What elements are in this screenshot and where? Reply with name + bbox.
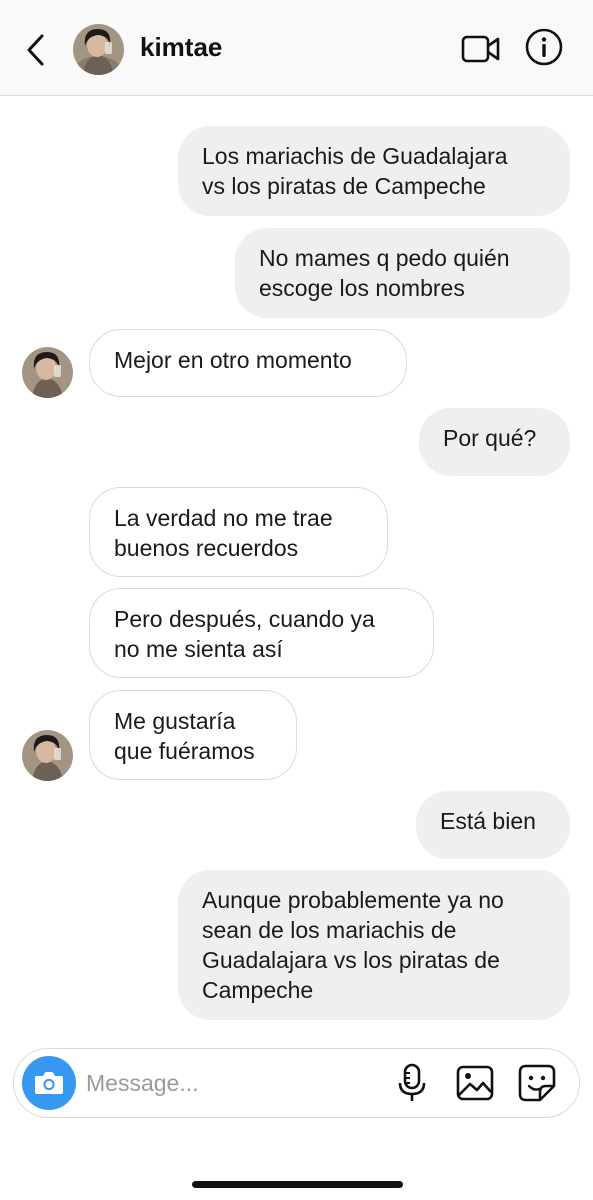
message-line: sean de los mariachis de — [202, 917, 457, 943]
camera-icon — [35, 1072, 63, 1094]
chat-header: kimtae — [0, 0, 593, 96]
camera-button[interactable] — [22, 1056, 76, 1110]
gallery-button[interactable] — [454, 1062, 496, 1104]
message-composer — [13, 1048, 580, 1118]
message-bubble-outgoing[interactable]: Está bien — [416, 791, 570, 859]
chat-username[interactable]: kimtae — [140, 32, 222, 63]
message-bubble-incoming[interactable]: Me gustaría que fuéramos — [89, 690, 297, 780]
profile-photo-icon — [22, 730, 73, 781]
microphone-icon — [398, 1063, 426, 1101]
message-line: Aunque probablemente ya no — [202, 887, 504, 913]
message-bubble-outgoing[interactable]: Los mariachis de Guadalajara vs los pira… — [178, 126, 570, 216]
message-line: Está bien — [440, 808, 536, 834]
message-line: vs los piratas de Campeche — [202, 173, 486, 199]
video-call-button[interactable] — [458, 30, 504, 68]
sticker-button[interactable] — [516, 1062, 558, 1104]
message-line: escoge los nombres — [259, 275, 465, 301]
back-button[interactable] — [18, 28, 54, 72]
gallery-icon — [456, 1065, 494, 1101]
message-bubble-outgoing[interactable]: Por qué? — [419, 408, 570, 476]
message-line: Me gustaría — [114, 708, 236, 734]
video-call-icon — [461, 35, 500, 63]
message-input[interactable] — [86, 1061, 376, 1105]
message-line: Pero después, cuando ya — [114, 606, 375, 632]
dm-thread-screen: kimtae Los mariachis de Guadalajara vs l… — [0, 0, 593, 1200]
sender-avatar[interactable] — [22, 730, 73, 781]
chevron-left-icon — [27, 34, 44, 66]
message-bubble-outgoing[interactable]: Aunque probablemente ya no sean de los m… — [178, 870, 570, 1020]
message-line: no me sienta así — [114, 636, 283, 662]
message-bubble-incoming[interactable]: La verdad no me trae buenos recuerdos — [89, 487, 388, 577]
info-icon — [525, 28, 563, 66]
message-line: buenos recuerdos — [114, 535, 299, 561]
message-line: No mames q pedo quién — [259, 245, 510, 271]
avatar[interactable] — [73, 24, 124, 75]
voice-message-button[interactable] — [392, 1062, 432, 1104]
sticker-icon — [518, 1064, 556, 1102]
home-indicator[interactable] — [192, 1181, 403, 1188]
info-button[interactable] — [522, 25, 566, 69]
message-line: Campeche — [202, 977, 314, 1003]
sender-avatar[interactable] — [22, 347, 73, 398]
profile-photo-icon — [22, 347, 73, 398]
profile-photo-icon — [73, 24, 124, 75]
message-bubble-incoming[interactable]: Mejor en otro momento — [89, 329, 407, 397]
message-line: Por qué? — [443, 425, 537, 451]
message-bubble-incoming[interactable]: Pero después, cuando ya no me sienta así — [89, 588, 434, 678]
message-line: La verdad no me trae — [114, 505, 333, 531]
message-line: Mejor en otro momento — [114, 347, 352, 373]
message-bubble-outgoing[interactable]: No mames q pedo quién escoge los nombres — [235, 228, 570, 318]
message-line: Guadalajara vs los piratas de — [202, 947, 500, 973]
message-line: Los mariachis de Guadalajara — [202, 143, 508, 169]
message-line: que fuéramos — [114, 738, 255, 764]
